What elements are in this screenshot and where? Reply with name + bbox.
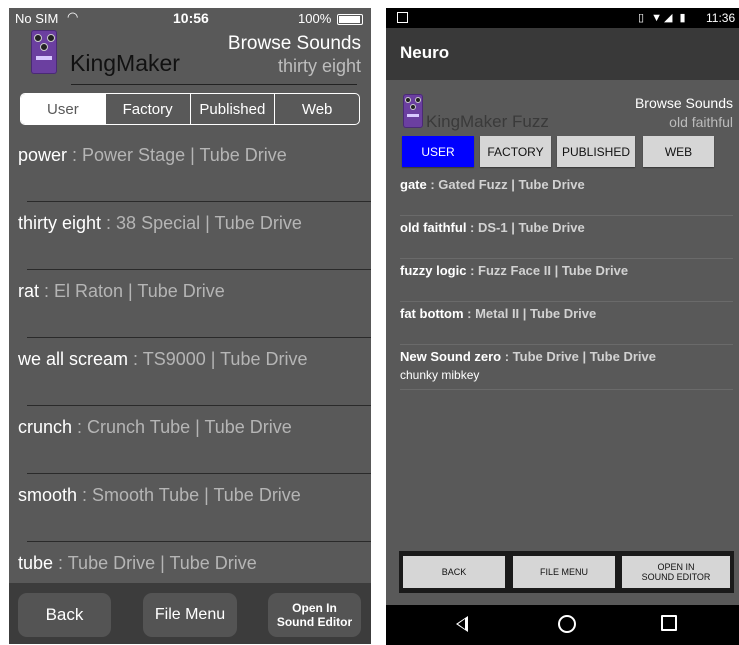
battery-icon [337, 14, 363, 25]
app-name: KingMaker Fuzz [426, 112, 549, 131]
open-in-label: OPEN IN [657, 562, 695, 572]
tab-factory[interactable]: Factory [104, 94, 190, 124]
list-item[interactable]: fuzzy logic : Fuzz Face II | Tube Drive [386, 260, 739, 303]
browse-title: Browse Sounds [227, 33, 361, 54]
pedal-logo-icon [31, 30, 57, 74]
tab-factory[interactable]: FACTORY [480, 136, 551, 167]
sound-name: thirty eight [18, 213, 102, 233]
sound-meta: : DS-1 | Tube Drive [466, 220, 585, 235]
current-sound-name: thirty eight [277, 56, 361, 76]
list-item[interactable]: power : Power Stage | Tube Drive [9, 134, 371, 202]
carrier-label: No SIM [15, 11, 59, 26]
nav-recents-icon[interactable] [661, 615, 677, 631]
sound-name: rat [18, 281, 40, 301]
list-item[interactable]: New Sound zero : Tube Drive | Tube Drive… [386, 346, 739, 390]
sound-meta: : Smooth Tube | Tube Drive [77, 485, 301, 505]
list-item[interactable]: fat bottom : Metal II | Tube Drive [386, 303, 739, 346]
tab-web[interactable]: WEB [643, 136, 714, 167]
source-segmented-control: User Factory Published Web [20, 93, 360, 125]
sound-name: old faithful [400, 220, 467, 235]
signal-wifi-battery-icon: ▯ ▼◢ ▮ [638, 12, 688, 24]
sound-name: power [18, 145, 68, 165]
sound-meta: : Power Stage | Tube Drive [67, 145, 287, 165]
open-in-sound-editor-button[interactable]: Open In Sound Editor [268, 593, 361, 637]
sound-name: New Sound zero [400, 349, 502, 364]
sound-meta: : Tube Drive | Tube Drive [501, 349, 656, 364]
browse-title: Browse Sounds [634, 95, 733, 111]
sound-name: crunch [18, 417, 73, 437]
list-item[interactable]: crunch : Crunch Tube | Tube Drive [9, 406, 371, 474]
open-in-sound-editor-button[interactable]: OPEN IN SOUND EDITOR [622, 556, 730, 588]
divider [400, 344, 733, 345]
sound-editor-label: Sound Editor [276, 615, 353, 629]
image-notification-icon [397, 12, 408, 23]
sound-meta: : Fuzz Face II | Tube Drive [466, 263, 629, 278]
file-menu-button[interactable]: File Menu [143, 593, 237, 637]
list-item[interactable]: gate : Gated Fuzz | Tube Drive [386, 174, 739, 217]
sound-name: smooth [18, 485, 78, 505]
ios-screen: No SIM ◠ 10:56 100% KingMaker Browse Sou… [9, 8, 371, 644]
app-toolbar: Neuro [386, 28, 739, 80]
app-name: KingMaker [70, 50, 180, 76]
back-button[interactable]: Back [18, 593, 111, 637]
divider [400, 215, 733, 216]
divider [400, 301, 733, 302]
sound-name: tube [18, 553, 54, 573]
sound-meta: : Crunch Tube | Tube Drive [72, 417, 292, 437]
pedal-logo-icon [403, 94, 423, 128]
divider [400, 389, 733, 390]
toolbar-title: Neuro [400, 43, 450, 62]
nav-home-icon[interactable] [558, 615, 576, 633]
sound-meta: : Metal II | Tube Drive [463, 306, 597, 321]
sound-meta: : TS9000 | Tube Drive [128, 349, 308, 369]
back-button[interactable]: BACK [403, 556, 505, 588]
tab-published[interactable]: Published [189, 94, 275, 124]
tab-user[interactable]: User [21, 94, 105, 124]
sound-meta: : 38 Special | Tube Drive [101, 213, 302, 233]
clock: 10:56 [173, 10, 209, 26]
sound-meta: : Tube Drive | Tube Drive [53, 553, 257, 573]
android-bottom-toolbar: BACK FILE MENU OPEN IN SOUND EDITOR [399, 551, 734, 593]
nav-back-icon[interactable] [456, 616, 468, 632]
battery-percent: 100% [298, 11, 332, 26]
sound-list: gate : Gated Fuzz | Tube Drive old faith… [386, 174, 739, 390]
tab-web[interactable]: Web [274, 94, 359, 124]
sound-meta: : Gated Fuzz | Tube Drive [426, 177, 585, 192]
wifi-icon: ◠ [67, 9, 79, 24]
list-item[interactable]: we all scream : TS9000 | Tube Drive [9, 338, 371, 406]
sound-name: gate [400, 177, 427, 192]
sound-list: power : Power Stage | Tube Drive thirty … [9, 134, 371, 610]
divider [400, 258, 733, 259]
sound-name: fuzzy logic [400, 263, 467, 278]
sound-name: fat bottom [400, 306, 464, 321]
ios-bottom-toolbar: Back File Menu Open In Sound Editor [9, 583, 371, 644]
sound-editor-label: SOUND EDITOR [641, 572, 711, 582]
sound-name: we all scream [18, 349, 129, 369]
list-item[interactable]: rat : El Raton | Tube Drive [9, 270, 371, 338]
android-status-bar: ▯ ▼◢ ▮ 11:36 [386, 8, 739, 28]
android-screen: ▯ ▼◢ ▮ 11:36 Neuro KingMaker Fuzz Browse… [386, 8, 739, 645]
current-sound-name: old faithful [669, 114, 733, 130]
list-item[interactable]: smooth : Smooth Tube | Tube Drive [9, 474, 371, 542]
tab-user[interactable]: USER [402, 136, 474, 167]
list-item[interactable]: old faithful : DS-1 | Tube Drive [386, 217, 739, 260]
sound-meta: : El Raton | Tube Drive [39, 281, 225, 301]
list-item[interactable]: thirty eight : 38 Special | Tube Drive [9, 202, 371, 270]
android-nav-bar [386, 605, 739, 645]
clock: 11:36 [706, 11, 736, 25]
ios-status-bar: No SIM ◠ 10:56 100% [9, 8, 371, 28]
open-in-label: Open In [292, 601, 337, 615]
file-menu-button[interactable]: FILE MENU [513, 556, 615, 588]
tab-published[interactable]: PUBLISHED [557, 136, 635, 167]
sound-description: chunky mibkey [400, 368, 480, 382]
header-divider [71, 84, 357, 85]
